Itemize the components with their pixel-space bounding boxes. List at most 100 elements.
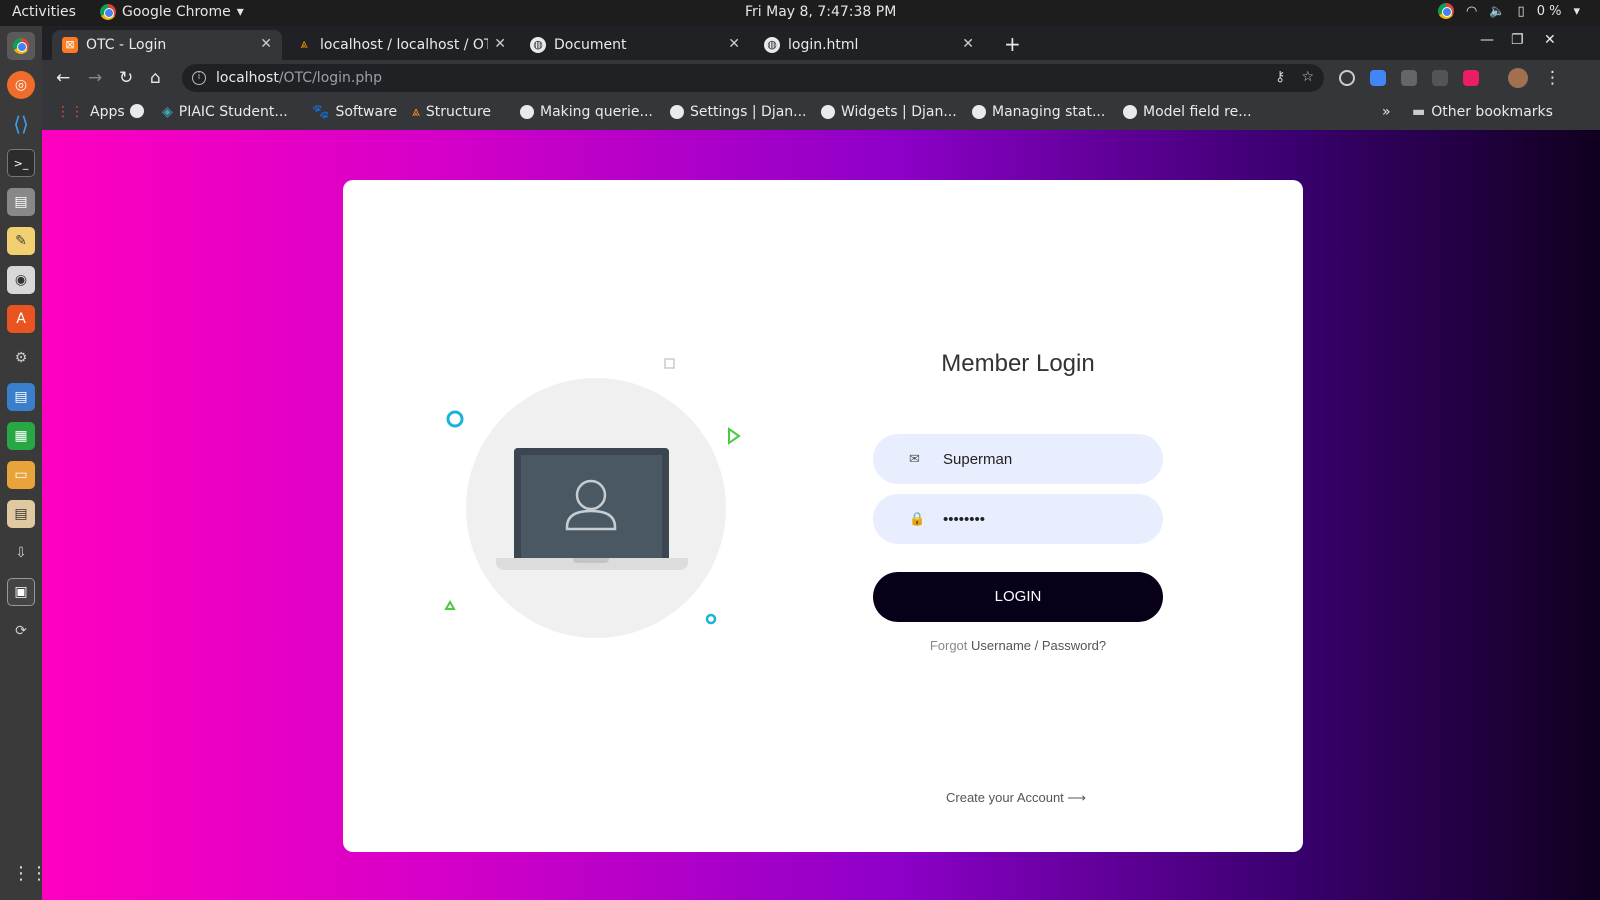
phpmyadmin-icon: ⩓ [412,104,420,120]
document-viewer-dock-icon[interactable]: ▤ [7,500,35,528]
menu-dots-icon[interactable]: ⋮ [1544,68,1561,88]
globe-icon [1123,105,1137,119]
app-menu[interactable]: Google Chrome ▾ [100,4,244,20]
phpmyadmin-favicon-icon: ⩓ [300,37,308,52]
other-bookmarks[interactable]: ▬ Other bookmarks [1412,104,1553,120]
xampp-favicon-icon: ⊠ [62,37,78,53]
postman-dock-icon[interactable]: ◎ [7,71,35,99]
folder-icon: ▬ [1412,104,1426,120]
activities-button[interactable]: Activities [12,4,76,20]
apps-grid-icon: ⋮⋮ [56,104,84,120]
bookmark-making-queries[interactable]: Making querie... [520,104,653,120]
clock[interactable]: Fri May 8, 7:47:38 PM [745,4,896,20]
globe-icon [821,105,835,119]
create-account-link[interactable]: Create your Account ⟶ [946,790,1086,806]
color-picker-extension-icon[interactable] [1463,70,1479,86]
battery-percent: 0 % [1536,3,1562,19]
tab-title: localhost / localhost / OTC [320,37,488,53]
bookmark-software[interactable]: 🐾 Software [312,104,397,120]
battery-icon: ▯ [1517,3,1525,19]
username-field[interactable]: ✉ Superman [873,434,1163,484]
calc-dock-icon[interactable]: ▦ [7,422,35,450]
terminal-dock-icon[interactable]: >_ [7,149,35,177]
key-icon[interactable]: ⚷ [1275,69,1285,85]
bookmark-model-field[interactable]: Model field re... [1123,104,1252,120]
close-window-icon[interactable]: ✕ [1544,32,1556,48]
login-illustration [433,350,773,670]
restore-icon[interactable]: ❐ [1511,32,1524,48]
bookmark-star-icon[interactable]: ☆ [1301,69,1314,85]
profile-avatar[interactable] [1508,68,1528,88]
system-top-bar: Activities Google Chrome ▾ Fri May 8, 7:… [0,0,1600,26]
translate-extension-icon[interactable] [1370,70,1386,86]
volume-icon: 🔈 [1489,3,1506,19]
updater-dock-icon[interactable]: ⟳ [7,617,35,645]
page-title: Member Login [941,350,1095,377]
bookmarks-overflow-button[interactable]: » [1382,104,1391,120]
tab-login-html[interactable]: ◍ login.html ✕ [754,30,984,60]
chrome-icon [100,4,116,20]
home-icon[interactable]: ⌂ [150,68,161,88]
close-tab-icon[interactable]: ✕ [728,36,740,52]
user-icon [565,479,617,531]
bookmark-structure[interactable]: ⩓ Structure [412,104,491,120]
rhythmbox-dock-icon[interactable]: ◉ [7,266,35,294]
close-tab-icon[interactable]: ✕ [494,36,506,52]
password-value: •••••••• [943,510,986,528]
back-arrow-icon[interactable]: ← [56,68,70,88]
files-dock-icon[interactable]: ▤ [7,188,35,216]
bookmark-settings-django[interactable]: Settings | Djan... [670,104,807,120]
info-icon[interactable]: i [192,71,206,85]
close-tab-icon[interactable]: ✕ [260,36,272,52]
minimize-icon[interactable]: — [1480,32,1494,48]
login-button[interactable]: LOGIN [873,572,1163,622]
dock: ◎ ⟨⟩ >_ ▤ ✎ ◉ A ⚙ ▤ ▦ ▭ ▤ ⇩ ▣ ⟳ ⋮⋮ [0,26,48,900]
bookmark-label: PIAIC Student... [178,104,288,120]
text-editor-dock-icon[interactable]: ✎ [7,227,35,255]
piaic-icon: ◈ [162,104,173,120]
password-field[interactable]: 🔒 •••••••• [873,494,1163,544]
tab-document[interactable]: ◍ Document ✕ [520,30,750,60]
forgot-prefix: Forgot [929,638,968,653]
envelope-icon: ✉ [909,451,920,466]
app-menu-label: Google Chrome [122,4,231,20]
play-triangle-icon [728,427,741,445]
extension-icon[interactable] [1432,70,1448,86]
bookmark-label: Managing stat... [992,104,1106,120]
tab-otc-login[interactable]: ⊠ OTC - Login ✕ [52,30,282,60]
extension-icon[interactable] [1339,70,1355,86]
circle-shape-icon [446,410,464,428]
tab-phpmyadmin[interactable]: ⩓ localhost / localhost / OTC ✕ [286,30,516,60]
bookmark-apps[interactable]: ⋮⋮ Apps [56,104,125,120]
settings-dock-icon[interactable]: ⚙ [7,344,35,372]
software-center-dock-icon[interactable]: A [7,305,35,333]
laptop-screen [514,448,669,558]
reload-icon[interactable]: ↻ [119,68,133,88]
address-bar[interactable]: i localhost/OTC/login.php ⚷ ☆ [182,64,1324,92]
globe-icon [972,105,986,119]
close-tab-icon[interactable]: ✕ [962,36,974,52]
bookmark-widgets-django[interactable]: Widgets | Djan... [821,104,957,120]
tab-strip: ⊠ OTC - Login ✕ ⩓ localhost / localhost … [42,26,1600,60]
bookmark-globe[interactable] [130,104,144,118]
impress-dock-icon[interactable]: ▭ [7,461,35,489]
bookmark-label: Software [335,104,398,120]
url-path: /OTC/login.php [278,70,383,86]
forward-arrow-icon[interactable]: → [88,68,102,88]
bookmark-label: Widgets | Djan... [841,104,957,120]
globe-icon [130,104,144,118]
chrome-tray-icon[interactable] [1438,3,1455,19]
extension-icon[interactable] [1401,70,1417,86]
writer-dock-icon[interactable]: ▤ [7,383,35,411]
install-dock-icon[interactable]: ⇩ [7,539,35,567]
tab-title: Document [554,37,627,53]
username-value: Superman [943,450,1013,468]
system-tray[interactable]: ◠ 🔈 ▯ 0 % ▾ [1438,3,1580,19]
bookmark-piaic[interactable]: ◈ PIAIC Student... [162,104,288,120]
new-tab-button[interactable]: + [1004,32,1021,56]
screenshot-dock-icon[interactable]: ▣ [7,578,35,606]
chrome-dock-icon[interactable] [7,32,35,60]
vscode-dock-icon[interactable]: ⟨⟩ [7,110,35,138]
forgot-credentials-link[interactable]: Username / Password? [971,638,1106,653]
bookmark-managing-static[interactable]: Managing stat... [972,104,1105,120]
